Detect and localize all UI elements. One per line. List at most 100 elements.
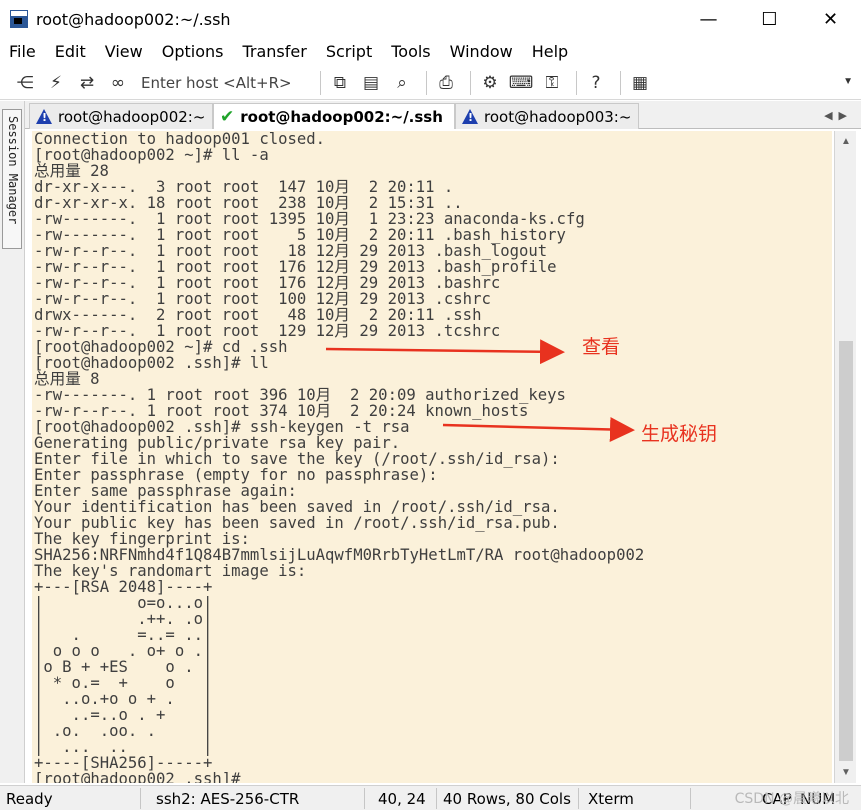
terminal-line: dr-xr-xr-x. 18 root root 238 10月 2 15:31… — [34, 194, 463, 212]
status-divider — [140, 788, 141, 809]
reconnect-icon[interactable]: ⇄ — [76, 72, 98, 94]
scroll-up-icon[interactable]: ▲ — [835, 133, 857, 150]
terminal-line: -rw-r--r--. 1 root root 176 12月 29 2013 … — [34, 274, 501, 292]
keymap-icon[interactable]: ⌨ — [509, 72, 534, 94]
annotation-keygen-label: 生成秘钥 — [641, 423, 718, 445]
menu-script[interactable]: Script — [326, 42, 372, 61]
close-button[interactable]: ✕ — [800, 0, 861, 38]
status-divider — [690, 788, 691, 809]
session-tabs: root@hadoop002:~ ✔ root@hadoop002:~/.ssh… — [25, 101, 861, 129]
status-cursor: 40, 24 — [378, 790, 426, 808]
terminal-line: [root@hadoop002 .ssh]# ssh-keygen -t rsa — [34, 418, 410, 436]
terminal-line: Enter passphrase (empty for no passphras… — [34, 466, 438, 484]
toolbar: ⋲ ⚡ ⇄ ∞ ⧉ ▤ ⌕ ⎙ ⚙ ⌨ ⚿ ? ▦ ▼ — [0, 66, 861, 100]
terminal-line: | . =..= ..| — [34, 626, 213, 644]
minimize-button[interactable]: — — [678, 0, 739, 38]
session-manager-tab[interactable]: Session Manager — [2, 109, 22, 249]
terminal-line: The key's randomart image is: — [34, 562, 307, 580]
tab-scroll-icon[interactable]: ◀▶ — [824, 109, 853, 122]
terminal-line: -rw-r--r--. 1 root root 176 12月 29 2013 … — [34, 258, 557, 276]
terminal-line: -rw-------. 1 root root 1395 10月 1 23:23… — [34, 210, 585, 228]
copy-icon[interactable]: ⧉ — [329, 72, 351, 94]
tab-hadoop003-home[interactable]: root@hadoop003:~ — [455, 103, 639, 129]
toolbar-divider — [620, 70, 621, 95]
terminal-line: [root@hadoop002 ~]# cd .ssh — [34, 338, 288, 356]
lightning-icon[interactable]: ⚡ — [45, 72, 67, 94]
tab-hadoop002-home[interactable]: root@hadoop002:~ — [29, 103, 213, 129]
tab-label: root@hadoop002:~/.ssh — [240, 107, 443, 126]
connect-icon[interactable]: ⋲ — [14, 72, 36, 94]
menu-options[interactable]: Options — [162, 42, 224, 61]
securecrt-app-icon — [10, 10, 28, 28]
terminal-line: 总用量 8 — [34, 370, 100, 388]
status-divider — [364, 788, 365, 809]
terminal-line: The key fingerprint is: — [34, 530, 250, 548]
maximize-button[interactable]: ☐ — [739, 0, 800, 38]
menu-bar: File Edit View Options Transfer Script T… — [0, 38, 861, 65]
terminal-view[interactable]: Connection to hadoop001 closed. [root@had… — [32, 131, 832, 783]
terminal-line: | o o o . o+ o .| — [34, 642, 213, 660]
terminal-line: | ..=..o . + | — [34, 706, 213, 724]
map-icon[interactable]: ▦ — [629, 72, 651, 94]
warning-icon — [462, 109, 478, 124]
menu-view[interactable]: View — [105, 42, 143, 61]
toolbar-divider — [470, 70, 471, 95]
terminal-line: [root@hadoop002 .ssh]# ll — [34, 354, 269, 372]
terminal-line: | o=o...o| — [34, 594, 213, 612]
tab-label: root@hadoop003:~ — [484, 107, 632, 126]
status-bar: Ready ssh2: AES-256-CTR 40, 24 40 Rows, … — [0, 785, 861, 810]
terminal-line: Connection to hadoop001 closed. — [34, 131, 326, 148]
terminal-line: -rw-------. 1 root root 396 10月 2 20:09 … — [34, 386, 566, 404]
menu-edit[interactable]: Edit — [55, 42, 86, 61]
menu-tools[interactable]: Tools — [391, 42, 430, 61]
terminal-line: drwx------. 2 root root 48 10月 2 20:11 .… — [34, 306, 482, 324]
warning-icon — [36, 109, 52, 124]
checkmark-icon: ✔ — [220, 106, 235, 127]
menu-window[interactable]: Window — [450, 42, 513, 61]
terminal-line: Enter file in which to save the key (/ro… — [34, 450, 560, 468]
toolbar-divider — [320, 70, 321, 95]
terminal-line: -rw-r--r--. 1 root root 129 12月 29 2013 … — [34, 322, 501, 340]
annotation-view-label: 查看 — [582, 336, 621, 358]
terminal-scrollbar[interactable]: ▲ ▼ — [834, 131, 856, 783]
terminal-line: SHA256:NRFNmhd4f1Q84B7mmlsijLuAqwfM0RrbT… — [34, 546, 645, 564]
toolbar-dropdown-icon[interactable]: ▼ — [843, 76, 853, 87]
terminal-line: Your public key has been saved in /root/… — [34, 514, 560, 532]
terminal-line: dr-xr-x---. 3 root root 147 10月 2 20:11 … — [34, 178, 454, 196]
menu-help[interactable]: Help — [532, 42, 568, 61]
scroll-down-icon[interactable]: ▼ — [835, 764, 857, 781]
terminal-line: | .o. .oo. . | — [34, 722, 213, 740]
paste-icon[interactable]: ▤ — [360, 72, 382, 94]
status-ready: Ready — [6, 790, 53, 808]
link-icon[interactable]: ∞ — [107, 72, 129, 94]
tab-label: root@hadoop002:~ — [58, 107, 206, 126]
terminal-line: +---[RSA 2048]----+ — [34, 578, 213, 596]
terminal-line: [root@hadoop002 ~]# ll -a — [34, 146, 269, 164]
status-size: 40 Rows, 80 Cols — [443, 790, 571, 808]
status-term: Xterm — [588, 790, 634, 808]
terminal-line: |o B + +ES o . | — [34, 658, 213, 676]
session-manager-label: Session Manager — [6, 116, 20, 225]
enter-host-input[interactable] — [138, 70, 316, 95]
help-icon[interactable]: ? — [585, 72, 607, 94]
window-title: root@hadoop002:~/.ssh — [36, 9, 231, 29]
find-icon[interactable]: ⌕ — [391, 72, 413, 94]
terminal-line: | * o.= + o | — [34, 674, 213, 692]
status-cipher: ssh2: AES-256-CTR — [156, 790, 300, 808]
settings-icon[interactable]: ⚙ — [479, 72, 501, 94]
terminal-line: | ..o.+o o + . | — [34, 690, 213, 708]
key-icon[interactable]: ⚿ — [541, 72, 563, 94]
status-divider — [578, 788, 579, 809]
menu-file[interactable]: File — [9, 42, 36, 61]
terminal-line: Generating public/private rsa key pair. — [34, 434, 401, 452]
session-manager-panel: Session Manager — [0, 101, 25, 783]
terminal-line: -rw-r--r--. 1 root root 100 12月 29 2013 … — [34, 290, 491, 308]
terminal-line: Enter same passphrase again: — [34, 482, 297, 500]
terminal-line: -rw-------. 1 root root 5 10月 2 20:11 .b… — [34, 226, 566, 244]
print-icon[interactable]: ⎙ — [435, 72, 457, 94]
terminal-output: Connection to hadoop001 closed. [root@had… — [34, 131, 644, 783]
scroll-thumb[interactable] — [839, 341, 853, 761]
tab-hadoop002-ssh[interactable]: ✔ root@hadoop002:~/.ssh ✕ — [213, 103, 469, 129]
menu-transfer[interactable]: Transfer — [242, 42, 306, 61]
terminal-line: | .++. .o| — [34, 610, 213, 628]
